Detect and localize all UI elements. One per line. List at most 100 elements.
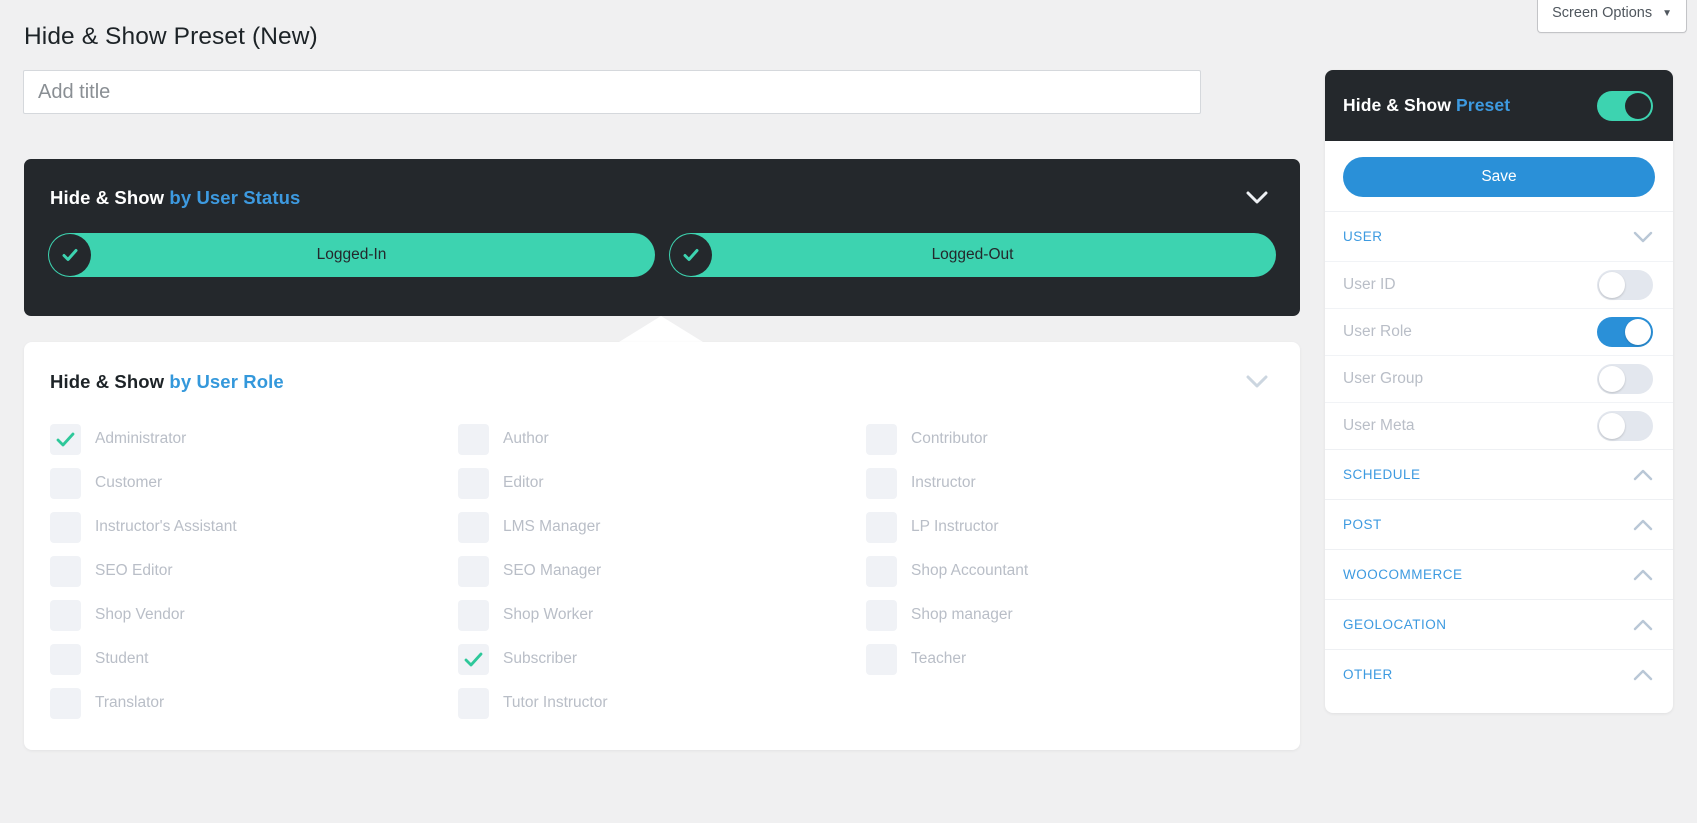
status-panel-title-main: Hide & Show xyxy=(50,187,165,208)
role-option-label: Instructor's Assistant xyxy=(95,518,237,535)
role-option-lms-manager[interactable]: LMS Manager xyxy=(458,505,866,549)
role-option-instructor-s-assistant[interactable]: Instructor's Assistant xyxy=(50,505,458,549)
sidebar-option-label: User Role xyxy=(1343,323,1412,340)
role-option-label: SEO Manager xyxy=(503,562,602,579)
chevron-up-icon[interactable] xyxy=(1633,569,1653,581)
role-option-teacher[interactable]: Teacher xyxy=(866,637,1274,681)
role-option-label: Author xyxy=(503,430,549,447)
sidebar-section-user[interactable]: USER xyxy=(1325,211,1673,261)
checkbox-unchecked-icon xyxy=(50,467,81,499)
role-option-author[interactable]: Author xyxy=(458,417,866,461)
role-option-label: Contributor xyxy=(911,430,988,447)
sidebar-section-label: USER xyxy=(1343,229,1383,244)
role-option-tutor-instructor[interactable]: Tutor Instructor xyxy=(458,681,866,725)
chevron-up-icon[interactable] xyxy=(1633,669,1653,681)
sidebar-option-label: User Meta xyxy=(1343,417,1415,434)
status-option-label: Logged-Out xyxy=(931,246,1014,263)
checkbox-checked-icon xyxy=(458,643,489,675)
sidebar-option-toggle[interactable] xyxy=(1597,317,1653,347)
sidebar-section-label: GEOLOCATION xyxy=(1343,617,1447,632)
role-option-shop-manager[interactable]: Shop manager xyxy=(866,593,1274,637)
role-option-student[interactable]: Student xyxy=(50,637,458,681)
sidebar-section-label: WOOCOMMERCE xyxy=(1343,567,1463,582)
user-role-checkbox-grid: Administrator Author Contributor Customer Ed… xyxy=(24,395,1300,725)
status-panel-title-accent: by User Status xyxy=(169,187,301,208)
sidebar-title: Hide & Show Preset xyxy=(1343,95,1510,116)
screen-options-button[interactable]: Screen Options ▼ xyxy=(1537,0,1687,33)
role-option-shop-worker[interactable]: Shop Worker xyxy=(458,593,866,637)
sidebar-option-toggle[interactable] xyxy=(1597,270,1653,300)
checkbox-unchecked-icon xyxy=(458,687,489,719)
role-option-seo-editor[interactable]: SEO Editor xyxy=(50,549,458,593)
checkbox-unchecked-icon xyxy=(50,599,81,631)
role-option-label: Administrator xyxy=(95,430,187,447)
sidebar-section-post[interactable]: POST xyxy=(1325,499,1673,549)
role-option-translator[interactable]: Translator xyxy=(50,681,458,725)
checkbox-unchecked-icon xyxy=(458,423,489,455)
toggle-knob xyxy=(1599,272,1625,298)
chevron-up-icon[interactable] xyxy=(1633,519,1653,531)
role-option-label: Instructor xyxy=(911,474,976,491)
chevron-up-icon[interactable] xyxy=(1633,619,1653,631)
screen-options-label: Screen Options xyxy=(1552,5,1653,21)
sidebar-section-label: SCHEDULE xyxy=(1343,467,1421,482)
role-option-contributor[interactable]: Contributor xyxy=(866,417,1274,461)
title-input[interactable] xyxy=(23,70,1201,114)
role-panel-title: Hide & Show by User Role xyxy=(50,371,284,393)
sidebar-section-other[interactable]: OTHER xyxy=(1325,649,1673,699)
sidebar-section-geolocation[interactable]: GEOLOCATION xyxy=(1325,599,1673,649)
sidebar-option-toggle[interactable] xyxy=(1597,411,1653,441)
role-option-label: Shop manager xyxy=(911,606,1013,623)
checkbox-unchecked-icon xyxy=(866,599,897,631)
role-option-editor[interactable]: Editor xyxy=(458,461,866,505)
role-option-shop-accountant[interactable]: Shop Accountant xyxy=(866,549,1274,593)
checkbox-unchecked-icon xyxy=(458,555,489,587)
checkbox-unchecked-icon xyxy=(458,511,489,543)
role-option-lp-instructor[interactable]: LP Instructor xyxy=(866,505,1274,549)
role-option-shop-vendor[interactable]: Shop Vendor xyxy=(50,593,458,637)
sidebar-title-accent: Preset xyxy=(1456,95,1511,115)
sidebar-option-label: User Group xyxy=(1343,370,1424,387)
checkbox-unchecked-icon xyxy=(50,511,81,543)
sidebar-option-user-group[interactable]: User Group xyxy=(1325,355,1673,402)
toggle-knob xyxy=(1625,92,1651,119)
save-button[interactable]: Save xyxy=(1343,157,1655,197)
role-option-subscriber[interactable]: Subscriber xyxy=(458,637,866,681)
role-option-instructor[interactable]: Instructor xyxy=(866,461,1274,505)
role-option-label: Translator xyxy=(95,694,165,711)
sidebar-option-user-id[interactable]: User ID xyxy=(1325,261,1673,308)
role-panel-collapse-chevron-down-icon[interactable] xyxy=(1244,369,1270,395)
sidebar-option-user-role[interactable]: User Role xyxy=(1325,308,1673,355)
sidebar-section-woocommerce[interactable]: WOOCOMMERCE xyxy=(1325,549,1673,599)
sidebar-option-toggle[interactable] xyxy=(1597,364,1653,394)
role-option-administrator[interactable]: Administrator xyxy=(50,417,458,461)
role-option-label: Customer xyxy=(95,474,163,491)
role-option-seo-manager[interactable]: SEO Manager xyxy=(458,549,866,593)
checkbox-unchecked-icon xyxy=(866,511,897,543)
status-option-logged-out[interactable]: Logged-Out xyxy=(669,233,1276,277)
checkbox-unchecked-icon xyxy=(866,467,897,499)
page-title: Hide & Show Preset (New) xyxy=(24,23,318,50)
checkbox-unchecked-icon xyxy=(866,555,897,587)
checkbox-unchecked-icon xyxy=(458,599,489,631)
chevron-down-icon[interactable] xyxy=(1633,231,1653,243)
sidebar-section-schedule[interactable]: SCHEDULE xyxy=(1325,449,1673,499)
status-option-logged-in[interactable]: Logged-In xyxy=(48,233,655,277)
checkbox-unchecked-icon xyxy=(866,423,897,455)
role-option-label: Student xyxy=(95,650,149,667)
checkbox-unchecked-icon xyxy=(50,555,81,587)
check-circle-icon xyxy=(49,234,91,276)
preset-enable-toggle[interactable] xyxy=(1597,90,1653,121)
role-panel-header: Hide & Show by User Role xyxy=(24,342,1300,395)
status-panel-collapse-chevron-down-icon[interactable] xyxy=(1244,185,1270,211)
sidebar-option-user-meta[interactable]: User Meta xyxy=(1325,402,1673,449)
role-option-customer[interactable]: Customer xyxy=(50,461,458,505)
role-option-label: Shop Worker xyxy=(503,606,594,623)
chevron-up-icon[interactable] xyxy=(1633,469,1653,481)
preset-sidebar: Hide & Show Preset Save USER User ID User … xyxy=(1325,70,1673,713)
sidebar-section-label: POST xyxy=(1343,517,1382,532)
chevron-down-icon: ▼ xyxy=(1662,7,1672,19)
role-panel-title-main: Hide & Show xyxy=(50,371,165,392)
user-status-options: Logged-In Logged-Out xyxy=(24,211,1300,277)
role-option-label: LMS Manager xyxy=(503,518,601,535)
